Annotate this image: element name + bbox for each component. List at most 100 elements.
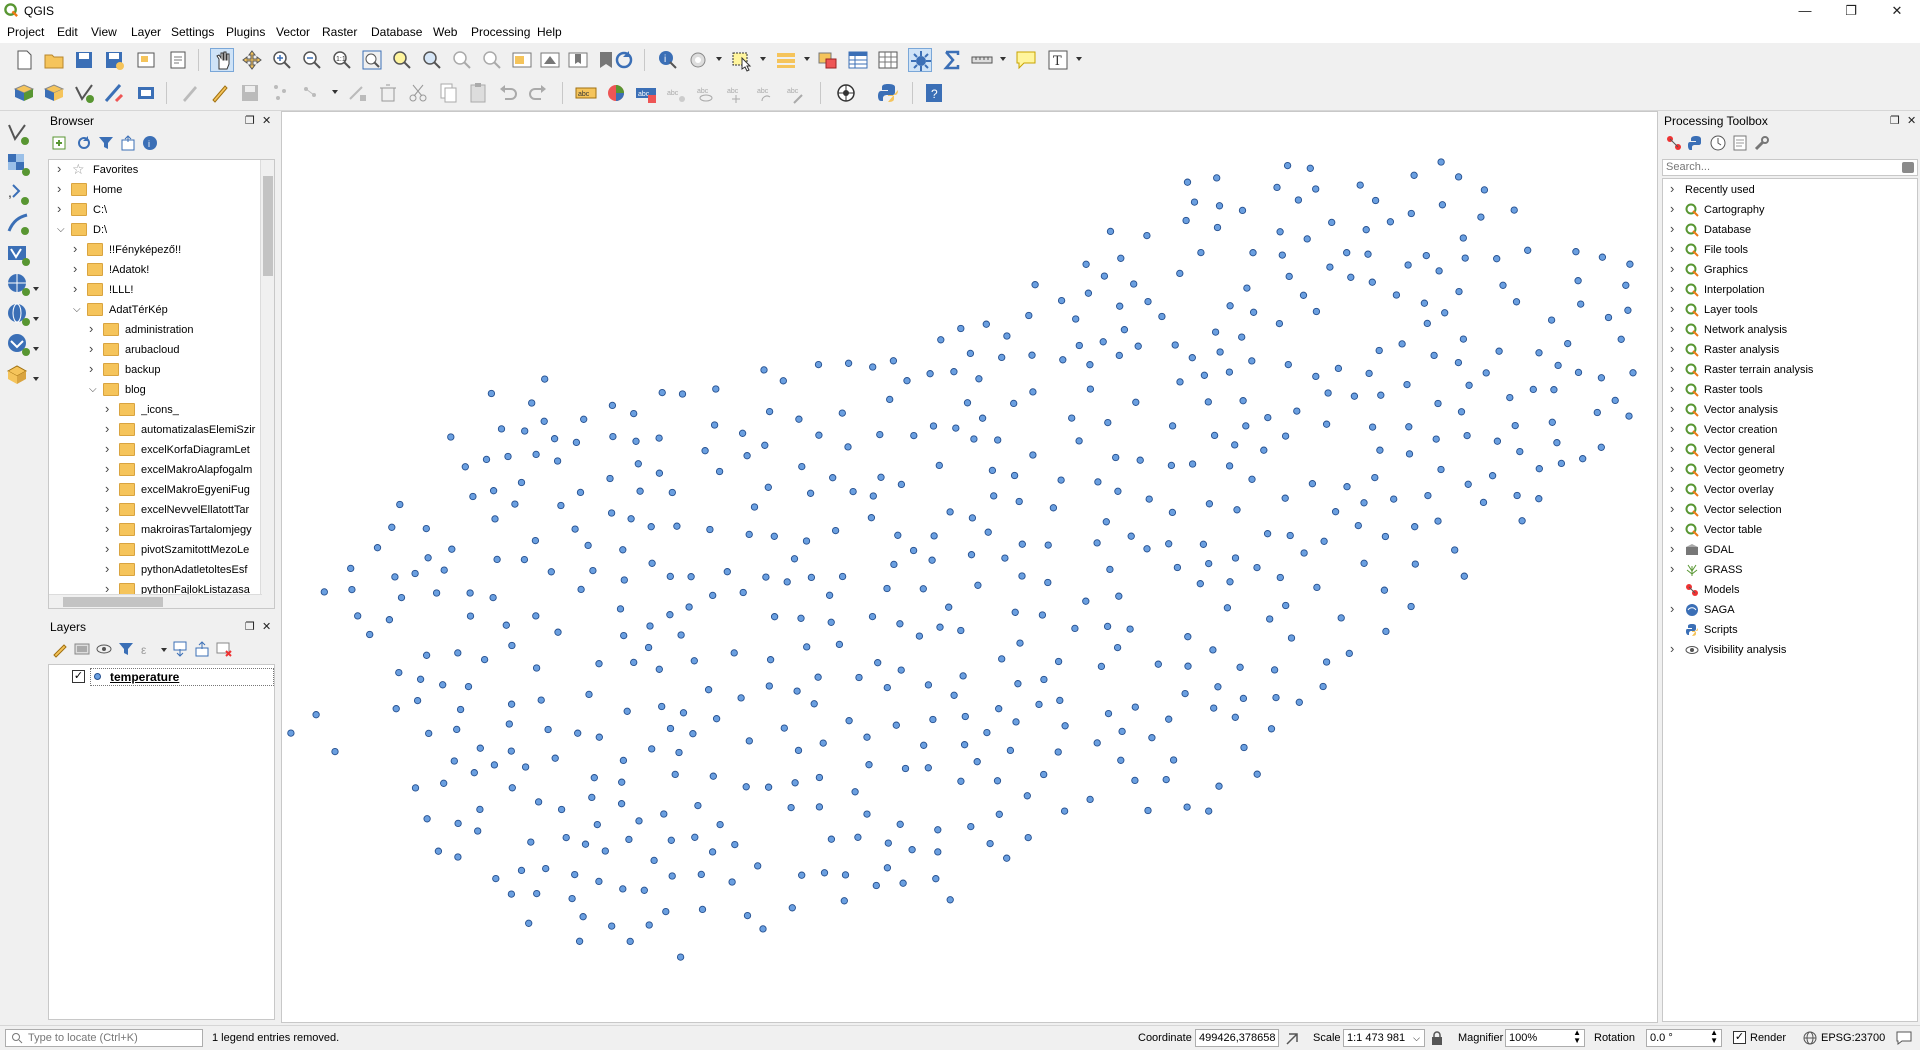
add-wms-layer-icon[interactable] [5,271,31,297]
chevron-right-icon[interactable]: › [1670,381,1674,396]
layer-labeling-icon[interactable]: abc [574,81,598,105]
filter-by-expression-icon[interactable]: ε [139,640,157,658]
chevron-right-icon[interactable]: › [1670,401,1674,416]
chevron-right-icon[interactable]: › [73,241,83,256]
deselect-all-icon[interactable] [816,48,840,72]
statistical-summary-icon[interactable] [940,48,964,72]
browser-item[interactable]: › ☆ Favorites [49,160,259,180]
add-wfs-layer-icon[interactable] [5,301,31,327]
pan-to-selection-icon[interactable] [240,48,264,72]
zoom-to-layer-icon[interactable] [420,48,444,72]
open-project-icon[interactable] [42,48,66,72]
chevron-down-icon[interactable]: ⌵ [89,384,99,395]
chevron-right-icon[interactable]: › [105,441,115,456]
properties-info-icon[interactable]: i [141,134,159,152]
cut-features-icon[interactable] [406,81,430,105]
toolbox-group[interactable]: › Interpolation [1663,280,1913,300]
chevron-right-icon[interactable]: › [1670,521,1674,536]
models-toolbar-icon[interactable] [1665,134,1683,152]
chevron-right-icon[interactable]: › [1670,181,1674,196]
toolbox-group[interactable]: › Raster tools [1663,380,1913,400]
browser-item[interactable]: › backup [49,360,259,380]
toolbox-group[interactable]: › Recently used [1663,180,1913,200]
toggle-extents-icon[interactable] [1284,1031,1300,1047]
zoom-full-icon[interactable] [360,48,384,72]
chevron-right-icon[interactable]: › [1670,261,1674,276]
float-panel-icon[interactable]: ❐ [245,620,255,633]
toolbox-group[interactable]: › File tools [1663,240,1913,260]
toolbox-group[interactable]: › Vector overlay [1663,480,1913,500]
chevron-right-icon[interactable]: › [1670,281,1674,296]
toolbox-group[interactable]: › Raster analysis [1663,340,1913,360]
chevron-right-icon[interactable]: › [73,281,83,296]
new-virtual-layer-icon[interactable] [134,81,158,105]
open-layer-styling-icon[interactable] [51,640,69,658]
menu-web[interactable]: Web [433,25,457,39]
layer-diagram-icon[interactable] [604,81,628,105]
toolbox-group[interactable]: › Cartography [1663,200,1913,220]
python-console-icon[interactable] [876,81,900,105]
new-temporary-layer-icon[interactable] [102,81,126,105]
paste-features-icon[interactable] [466,81,490,105]
select-features-icon[interactable] [730,48,754,72]
toolbox-group[interactable]: Models [1663,580,1913,600]
chevron-right-icon[interactable]: › [1670,361,1674,376]
browser-item[interactable]: › !LLL! [49,280,259,300]
menu-settings[interactable]: Settings [171,25,214,39]
browser-item[interactable]: ⌵ AdatTérKép [49,300,259,320]
chevron-right-icon[interactable]: › [73,261,83,276]
chevron-down-icon[interactable]: ⌵ [73,304,83,315]
browser-item[interactable]: ⌵ blog [49,380,259,400]
browser-item[interactable]: › excelNevvelEllatottTar [49,500,259,520]
chevron-right-icon[interactable]: › [105,541,115,556]
minimize-button[interactable]: — [1782,0,1828,22]
menu-raster[interactable]: Raster [322,25,357,39]
chevron-right-icon[interactable]: › [57,201,67,216]
highlight-pinned-labels-icon[interactable]: abc [634,81,658,105]
change-label-icon[interactable]: abc [784,81,808,105]
browser-item[interactable]: › C:\ [49,200,259,220]
browser-item[interactable]: › !Adatok! [49,260,259,280]
browser-item[interactable]: › excelMakroEgyeniFug [49,480,259,500]
vertex-tool-icon[interactable] [300,81,324,105]
chevron-right-icon[interactable]: › [1670,341,1674,356]
browser-item[interactable]: › pythonAdatletoltesEsf [49,560,259,580]
chevron-right-icon[interactable]: › [1670,301,1674,316]
run-feature-action-icon[interactable] [686,48,710,72]
move-label-icon[interactable]: abc [724,81,748,105]
chevron-right-icon[interactable]: › [1670,221,1674,236]
field-calculator-icon[interactable] [876,48,900,72]
scale-combobox[interactable]: 1:1 473 981 ⌵ [1343,1029,1425,1047]
delete-selected-icon[interactable] [376,81,400,105]
chevron-right-icon[interactable]: › [1670,201,1674,216]
menu-processing[interactable]: Processing [471,25,530,39]
add-spatialite-layer-icon[interactable] [5,211,31,237]
manage-map-themes-icon[interactable] [95,640,113,658]
undo-icon[interactable] [496,81,520,105]
current-edits-icon[interactable] [178,81,202,105]
new-3d-view-icon[interactable] [538,48,562,72]
chevron-right-icon[interactable]: › [57,161,67,176]
expand-all-icon[interactable] [171,640,189,658]
toolbox-group[interactable]: › Vector creation [1663,420,1913,440]
refresh-icon[interactable] [612,48,636,72]
map-canvas[interactable] [281,111,1658,1023]
browser-item[interactable]: › _icons_ [49,400,259,420]
help-contents-icon[interactable]: ? [922,81,946,105]
add-wcs-layer-icon[interactable] [5,331,31,357]
toggle-editing-icon[interactable] [208,81,232,105]
spatial-bookmark-icon[interactable] [566,48,590,72]
toolbox-group[interactable]: › GDAL [1663,540,1913,560]
toolbox-group[interactable]: › Layer tools [1663,300,1913,320]
refresh-browser-icon[interactable] [75,134,93,152]
scripts-toolbar-icon[interactable] [1687,134,1705,152]
chevron-right-icon[interactable]: › [1670,441,1674,456]
layers-tree[interactable]: ✓ temperature [48,664,275,1020]
chevron-right-icon[interactable]: › [105,561,115,576]
chevron-right-icon[interactable]: › [57,181,67,196]
new-map-view-icon[interactable] [510,48,534,72]
options-wrench-icon[interactable] [1753,134,1771,152]
toolbox-group[interactable]: › GRASS [1663,560,1913,580]
chevron-right-icon[interactable]: › [89,341,99,356]
save-layer-edits-icon[interactable] [238,81,262,105]
